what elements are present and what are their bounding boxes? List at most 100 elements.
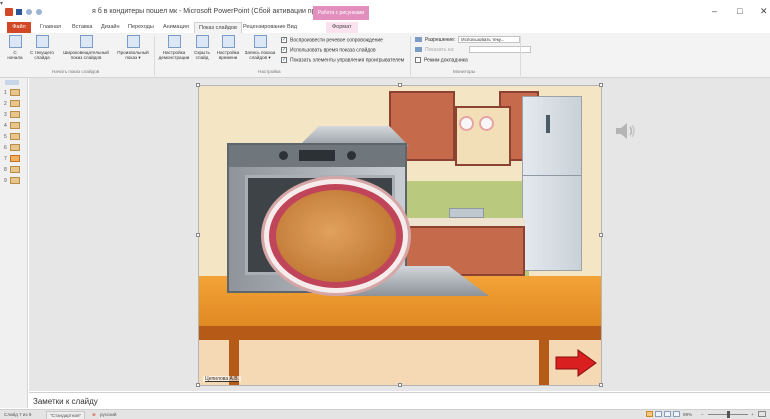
refrigerator [522, 96, 582, 271]
group-label-start: Начать показ слайдов [52, 69, 100, 74]
language-status[interactable]: русский [100, 411, 116, 418]
ribbon-tab-bar: Файл Главная Вставка Дизайн Переходы Ани… [0, 22, 770, 52]
contextual-tab-header: Работа с рисунками [313, 6, 369, 20]
speaker-icon[interactable] [614, 122, 636, 140]
slide-thumbnail-image [10, 89, 20, 97]
tab-insert[interactable]: Вставка [72, 22, 92, 33]
author-credit[interactable]: Цепилова А.В. [203, 376, 241, 382]
fit-to-window-icon[interactable] [758, 411, 766, 417]
plate-icon [459, 116, 474, 131]
slide-thumbnail[interactable]: 2 [4, 99, 26, 109]
show-on-select[interactable] [468, 46, 531, 53]
zoom-out-button[interactable]: – [701, 411, 704, 418]
slide-canvas[interactable]: Цепилова А.В. [198, 85, 602, 386]
presenter-view-checkbox[interactable]: Режим докладчика [415, 57, 468, 63]
slide-thumbnail[interactable]: 7 [4, 154, 26, 164]
rehearse-timings-button[interactable]: Настройка времени [213, 35, 243, 60]
redo-icon[interactable] [36, 9, 42, 15]
selection-handle[interactable] [196, 83, 200, 87]
rehearse-icon [221, 35, 235, 48]
kitchen-sink [449, 208, 484, 218]
selection-handle[interactable] [196, 233, 200, 237]
reading-view-icon[interactable] [664, 411, 671, 417]
tab-animations[interactable]: Анимация [163, 22, 189, 33]
plate-icon [479, 116, 494, 131]
slide-sorter-icon[interactable] [655, 411, 662, 417]
resolution-select[interactable]: Использовать теку... [458, 36, 521, 43]
tab-review[interactable]: Рецензирование [243, 22, 285, 33]
maximize-button[interactable]: □ [737, 6, 742, 16]
slide-thumbnail[interactable]: 8 [4, 165, 26, 175]
tab-format[interactable]: Формат [326, 22, 358, 33]
tab-transitions[interactable]: Переходы [128, 22, 154, 33]
selection-handle[interactable] [398, 383, 402, 387]
record-icon [253, 35, 267, 48]
tab-view[interactable]: Вид [287, 22, 297, 33]
slideshow-view-icon[interactable] [673, 411, 680, 417]
setup-slideshow-button[interactable]: Настройка демонстрации [156, 35, 192, 60]
monitor-icon [415, 47, 422, 52]
outline-tabs-icon[interactable] [5, 80, 19, 85]
slide-thumbnail[interactable]: 9 [4, 176, 26, 186]
timings-checkbox[interactable]: ✓ Использовать время показа слайдов [281, 47, 376, 53]
slide-thumbnail[interactable]: 1 [4, 88, 26, 98]
selection-handle[interactable] [599, 383, 603, 387]
group-separator [154, 36, 155, 76]
title-bar: ▾ я б в кондитеры пошел мк - Microsoft P… [0, 0, 770, 22]
checkbox-unchecked-icon [415, 57, 421, 63]
group-label-setup: Настройка [258, 69, 281, 74]
selection-handle[interactable] [599, 233, 603, 237]
from-current-slide-button[interactable]: С текущего слайда [28, 35, 56, 60]
window-title: я б в кондитеры пошел мк - Microsoft Pow… [92, 8, 340, 15]
hide-slide-button[interactable]: Скрыть слайд [191, 35, 213, 60]
slide-thumbnail[interactable]: 4 [4, 121, 26, 131]
slideshow-current-icon [35, 35, 49, 48]
checkbox-checked-icon: ✓ [281, 37, 287, 43]
group-separator [520, 36, 521, 76]
slide-thumbnail[interactable]: 6 [4, 143, 26, 153]
slide-thumbnail-image [10, 177, 20, 185]
selection-handle[interactable] [196, 383, 200, 387]
tab-file[interactable]: Файл [7, 22, 31, 33]
oven-knob [279, 151, 288, 160]
next-arrow-icon[interactable] [554, 348, 598, 378]
group-separator [410, 36, 411, 76]
baked-cake [276, 190, 396, 282]
close-button[interactable]: ✕ [760, 6, 768, 17]
zoom-in-button[interactable]: + [751, 411, 754, 418]
hide-slide-icon [195, 35, 209, 48]
setup-icon [167, 35, 181, 48]
normal-view-icon[interactable] [646, 411, 653, 417]
notes-pane[interactable]: Заметки к слайду [29, 392, 770, 409]
minimize-button[interactable]: – [712, 6, 717, 16]
notes-placeholder[interactable]: Заметки к слайду [33, 397, 98, 406]
undo-icon[interactable] [26, 9, 32, 15]
ribbon: С начала С текущего слайда Широковещател… [0, 33, 770, 78]
slide-thumbnail-pane: 123456789 [0, 78, 28, 408]
slide-thumbnail[interactable]: 3 [4, 110, 26, 120]
slide-thumbnail-image [10, 100, 20, 108]
narration-checkbox[interactable]: ✓ Воспроизвести речевое сопровождение [281, 37, 383, 43]
powerpoint-logo-icon [5, 8, 13, 16]
save-icon[interactable] [16, 9, 22, 15]
theme-status[interactable]: "Стандартная" [46, 411, 86, 419]
custom-show-button[interactable]: Произвольный показ ▾ [114, 35, 152, 60]
customize-qat-button[interactable]: ▾ [0, 0, 770, 7]
monitor-icon [415, 37, 422, 42]
slide-thumbnail-image [10, 155, 20, 163]
checkbox-checked-icon: ✓ [281, 47, 287, 53]
from-beginning-button[interactable]: С начала [2, 35, 28, 60]
selection-handle[interactable] [599, 83, 603, 87]
record-slideshow-button[interactable]: Запись показа слайдов ▾ [242, 35, 278, 60]
media-controls-checkbox[interactable]: ✓ Показать элементы управления проигрыват… [281, 57, 404, 63]
tab-slideshow[interactable]: Показ слайдов [194, 22, 242, 33]
slide-thumbnail-image [10, 111, 20, 119]
broadcast-slideshow-button[interactable]: Широковещательный показ слайдов [58, 35, 114, 60]
slide-thumbnail[interactable]: 5 [4, 132, 26, 142]
tab-home[interactable]: Главная [40, 22, 61, 33]
zoom-level[interactable]: 89% [683, 411, 692, 418]
spell-check-icon[interactable]: ⊗ [92, 411, 96, 418]
zoom-slider-thumb[interactable] [727, 411, 730, 418]
tab-design[interactable]: Дизайн [101, 22, 120, 33]
selection-handle[interactable] [398, 83, 402, 87]
